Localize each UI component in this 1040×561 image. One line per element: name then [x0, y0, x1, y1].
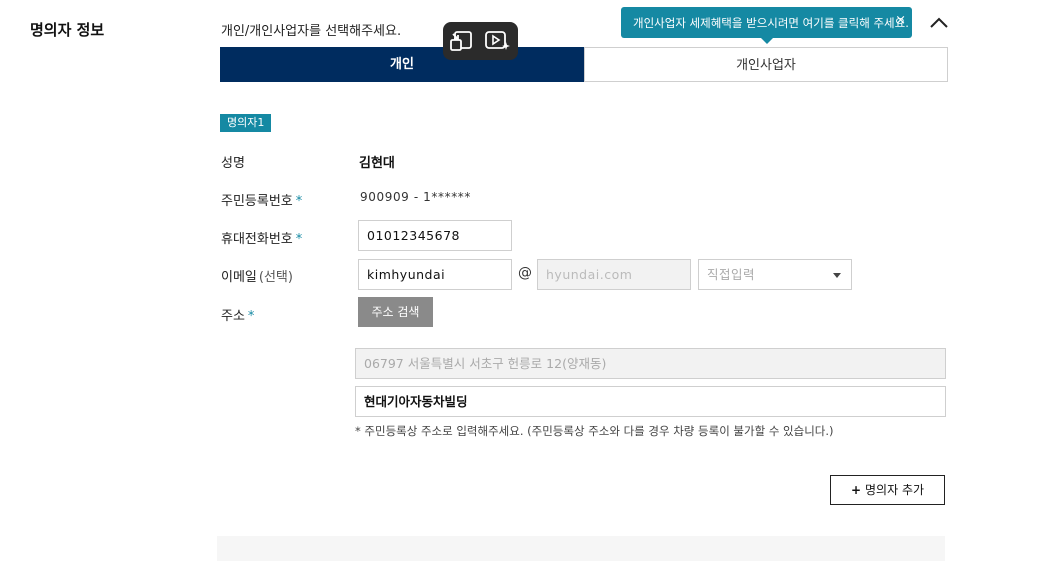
section-title: 명의자 정보: [30, 21, 105, 39]
at-sign: @: [518, 265, 532, 281]
address-search-button[interactable]: 주소 검색: [358, 297, 433, 327]
phone-label: 휴대전화번호 *: [221, 228, 302, 247]
email-domain-select[interactable]: 직접입력: [698, 259, 852, 290]
address-note: * 주민등록상 주소로 입력해주세요. (주민등록상 주소와 다를 경우 차량 …: [355, 424, 834, 438]
rrn-label: 주민등록번호 *: [221, 190, 302, 209]
name-label-text: 성명: [221, 156, 245, 171]
type-instruction: 개인/개인사업자를 선택해주세요.: [221, 24, 402, 39]
address-detail-input[interactable]: 현대기아자동차빌딩: [355, 386, 946, 417]
add-holder-button[interactable]: + 명의자 추가: [830, 475, 945, 505]
address-base-input[interactable]: 06797 서울특별시 서초구 헌릉로 12(양재동): [355, 348, 946, 379]
email-domain-select-value: 직접입력: [707, 267, 756, 282]
optional-mark: (선택): [258, 270, 293, 285]
address-label: 주소 *: [221, 305, 254, 324]
required-mark: *: [295, 194, 303, 209]
required-mark: *: [247, 309, 255, 324]
phone-label-text: 휴대전화번호: [221, 232, 293, 247]
add-holder-label: 명의자 추가: [865, 483, 925, 497]
tab-individual[interactable]: 개인: [220, 47, 584, 82]
required-mark: *: [295, 232, 303, 247]
tooltip-arrow: [761, 38, 773, 44]
media-overlay-toolbar: [443, 22, 518, 60]
tab-sole-proprietor[interactable]: 개인사업자: [584, 47, 948, 82]
email-label: 이메일 (선택): [221, 266, 293, 285]
email-domain-input[interactable]: hyundai.com: [537, 259, 691, 290]
name-value: 김현대: [359, 156, 395, 171]
video-sparkle-icon[interactable]: [485, 30, 510, 52]
next-section-panel: [217, 536, 945, 561]
collapse-button[interactable]: [928, 12, 950, 34]
close-icon[interactable]: ×: [895, 13, 906, 28]
address-label-text: 주소: [221, 309, 245, 324]
name-label: 성명: [221, 152, 245, 171]
dropdown-arrow-icon: [833, 273, 841, 278]
rrn-value: 900909 - 1******: [360, 190, 472, 204]
phone-input[interactable]: 01012345678: [358, 220, 512, 251]
holder-badge: 명의자1: [220, 114, 272, 132]
chevron-up-icon: [930, 17, 948, 28]
business-benefit-tooltip[interactable]: 개인사업자 세제혜택을 받으시려면 여기를 클릭해 주세요. ×: [621, 7, 912, 44]
plus-icon: +: [850, 483, 862, 497]
email-label-text: 이메일: [221, 270, 257, 285]
picture-in-picture-icon[interactable]: [449, 30, 473, 52]
tooltip-text: 개인사업자 세제혜택을 받으시려면 여기를 클릭해 주세요.: [633, 16, 909, 30]
email-local-input[interactable]: kimhyundai: [358, 259, 512, 290]
rrn-label-text: 주민등록번호: [221, 194, 293, 209]
